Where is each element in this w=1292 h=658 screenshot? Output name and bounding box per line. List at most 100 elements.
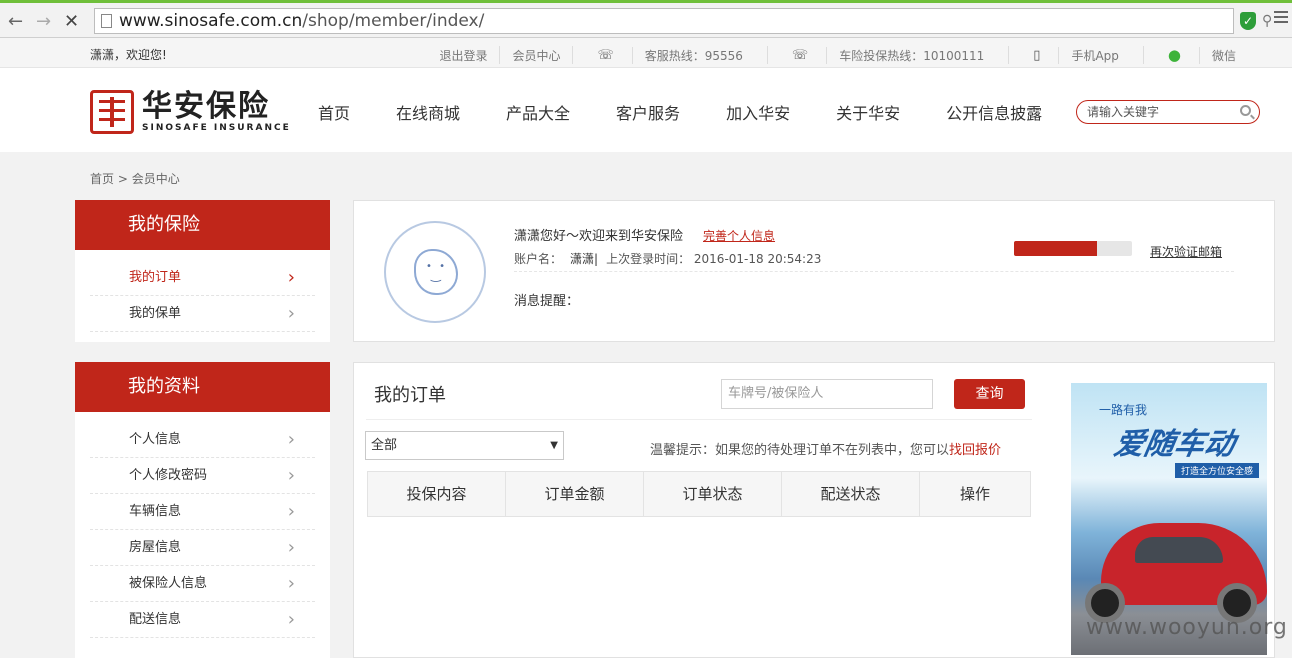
url-host: www.sinosafe.com.cn: [119, 11, 303, 31]
logo-en: SINOSAFE INSURANCE: [142, 123, 291, 133]
greeting-text: 潇潇您好～欢迎来到华安保险: [514, 229, 684, 244]
tip-message: 温馨提示：如果您的待处理订单不在列表中，您可以: [650, 443, 950, 458]
chevron-right-icon: ›: [287, 609, 295, 630]
orders-panel: 我的订单 车牌号/被保险人 查询 全部 ▼ 温馨提示：如果您的待处理订单不在列表…: [353, 362, 1275, 658]
complete-profile-link[interactable]: 完善个人信息: [703, 229, 775, 243]
ad-subtitle: 一路有我: [1099, 403, 1148, 417]
select-value: 全部: [371, 438, 398, 453]
chevron-right-icon: ›: [287, 537, 295, 558]
last-login-label: 上次登录时间：: [606, 252, 691, 266]
profile-completion-bar: [1014, 241, 1132, 256]
sidebar-item-delivery-info[interactable]: 配送信息 ›: [90, 602, 315, 638]
profile-panel: 潇潇您好～欢迎来到华安保险 完善个人信息 账户名： 潇潇| 上次登录时间： 2016-…: [353, 200, 1275, 342]
column-header: 操作: [959, 485, 990, 503]
search-icon[interactable]: [1240, 105, 1251, 116]
sidebar-item-label: 个人信息: [129, 432, 182, 447]
mobile-app-text: 手机App: [1058, 46, 1130, 64]
account-info: 账户名： 潇潇| 上次登录时间： 2016-01-18 20:54:23: [514, 250, 821, 267]
breadcrumb-current: 会员中心: [131, 172, 180, 186]
breadcrumb: 首页 > 会员中心: [90, 170, 180, 187]
sidebar-item-insured-info[interactable]: 被保险人信息 ›: [90, 566, 315, 602]
site-logo[interactable]: 华安保险 SINOSAFE INSURANCE: [90, 90, 291, 134]
car-hotline: ☏ 车险投保热线：10100111: [766, 46, 1008, 64]
divider: [514, 271, 1234, 272]
sidebar-item-my-orders[interactable]: 我的订单 ›: [90, 260, 315, 296]
sidebar-item-label: 房屋信息: [129, 540, 182, 555]
wechat-link[interactable]: ● 微信: [1142, 46, 1260, 64]
security-shield-icon[interactable]: ✓: [1240, 12, 1256, 30]
sidebar-item-personal-info[interactable]: 个人信息 ›: [90, 422, 315, 458]
forward-arrow-icon[interactable]: →: [36, 11, 51, 32]
sidebar-item-house-info[interactable]: 房屋信息 ›: [90, 530, 315, 566]
logout-link[interactable]: 退出登录: [427, 46, 499, 64]
nav-products[interactable]: 产品大全: [506, 100, 570, 124]
nav-disclosure[interactable]: 公开信息披露: [946, 100, 1042, 124]
welcome-text: 潇潇，欢迎您!: [90, 48, 167, 62]
avatar[interactable]: [384, 221, 486, 323]
sidebar-item-label: 配送信息: [129, 612, 182, 627]
car-hotline-text: 车险投保热线：10100111: [826, 46, 996, 64]
hotline-text: 客服热线：95556: [631, 46, 755, 64]
sidebar-item-label: 我的保单: [129, 306, 182, 321]
mobile-app-link[interactable]: ▯ 手机App: [1008, 46, 1143, 64]
column-header: 订单状态: [644, 472, 782, 516]
sidebar-item-label: 我的订单: [129, 270, 182, 285]
column-header: 订单金额: [506, 472, 644, 516]
breadcrumb-separator: >: [114, 172, 132, 186]
column-header: 投保内容: [368, 472, 506, 516]
phone-icon: ☏: [597, 47, 614, 63]
menu-icon[interactable]: [1274, 11, 1288, 26]
avatar-mascot-icon: [414, 249, 458, 295]
nav-online-mall[interactable]: 在线商城: [396, 100, 460, 124]
stop-icon[interactable]: ✕: [64, 11, 79, 32]
column-header: 配送状态: [782, 472, 920, 516]
nav-about[interactable]: 关于华安: [836, 100, 900, 124]
wechat-icon: ●: [1167, 46, 1181, 64]
nav-customer-service[interactable]: 客户服务: [616, 100, 680, 124]
breadcrumb-home[interactable]: 首页: [90, 172, 114, 186]
logo-cn: 华安保险: [142, 89, 270, 124]
greeting: 潇潇您好～欢迎来到华安保险 完善个人信息: [514, 225, 775, 244]
message-reminder: 消息提醒：: [514, 294, 580, 309]
order-search-input[interactable]: 车牌号/被保险人: [721, 379, 933, 409]
sidebar-item-change-password[interactable]: 个人修改密码 ›: [90, 458, 315, 494]
sidebar-my-profile: 我的资料 个人信息 › 个人修改密码 › 车辆信息 › 房屋信息 › 被保险人信…: [75, 362, 330, 658]
sidebar-my-insurance: 我的保险 我的订单 › 我的保单 ›: [75, 200, 330, 342]
browser-toolbar: ← → ✕ www.sinosafe.com.cn/shop/member/in…: [0, 0, 1292, 38]
back-arrow-icon[interactable]: ←: [8, 11, 23, 32]
logo-mark-icon: [90, 90, 134, 134]
site-search-input[interactable]: 请输入关键字: [1076, 100, 1260, 124]
chevron-right-icon: ›: [287, 429, 295, 450]
top-links: 退出登录 会员中心 ☏ 客服热线：95556 ☏ 车险投保热线：10100111 ▯…: [427, 46, 1260, 64]
address-bar[interactable]: www.sinosafe.com.cn/shop/member/index/: [94, 8, 1234, 34]
nav-home[interactable]: 首页: [318, 100, 350, 124]
wechat-text: 微信: [1198, 46, 1248, 64]
sidebar-heading: 我的资料: [75, 362, 330, 412]
sidebar-item-label: 被保险人信息: [129, 576, 208, 591]
page-icon: [101, 14, 112, 28]
sidebar-item-my-policies[interactable]: 我的保单 ›: [90, 296, 315, 332]
order-search-placeholder: 车牌号/被保险人: [728, 386, 824, 401]
url-path: /shop/member/index/: [302, 11, 485, 31]
order-status-select[interactable]: 全部 ▼: [365, 431, 564, 460]
query-button[interactable]: 查询: [954, 379, 1025, 409]
verify-email-link[interactable]: 再次验证邮箱: [1150, 243, 1222, 260]
member-center-link[interactable]: 会员中心: [499, 46, 572, 64]
last-login-time: 2016-01-18 20:54:23: [693, 252, 822, 266]
chevron-right-icon: ›: [287, 465, 295, 486]
extension-icon[interactable]: ⚲: [1262, 13, 1272, 29]
account-name: 潇潇|: [570, 252, 599, 266]
ad-headline: 爱随车动: [1111, 427, 1238, 462]
retrieve-quote-link[interactable]: 找回报价: [949, 443, 1001, 458]
nav-join[interactable]: 加入华安: [726, 100, 790, 124]
sidebar-item-vehicle-info[interactable]: 车辆信息 ›: [90, 494, 315, 530]
account-label: 账户名：: [514, 252, 563, 266]
hotline: ☏ 客服热线：95556: [572, 46, 766, 64]
main-nav: 首页 在线商城 产品大全 客户服务 加入华安 关于华安 公开信息披露: [318, 100, 1088, 124]
phone-icon: ☏: [791, 47, 809, 63]
sidebar-item-label: 车辆信息: [129, 504, 182, 519]
orders-title: 我的订单: [374, 385, 446, 406]
mobile-phone-icon: ▯: [1033, 47, 1041, 63]
tip-text: 温馨提示：如果您的待处理订单不在列表中，您可以找回报价: [650, 439, 1001, 458]
top-info-bar: 潇潇，欢迎您! 退出登录 会员中心 ☏ 客服热线：95556 ☏ 车险投保热线：10…: [0, 38, 1292, 68]
